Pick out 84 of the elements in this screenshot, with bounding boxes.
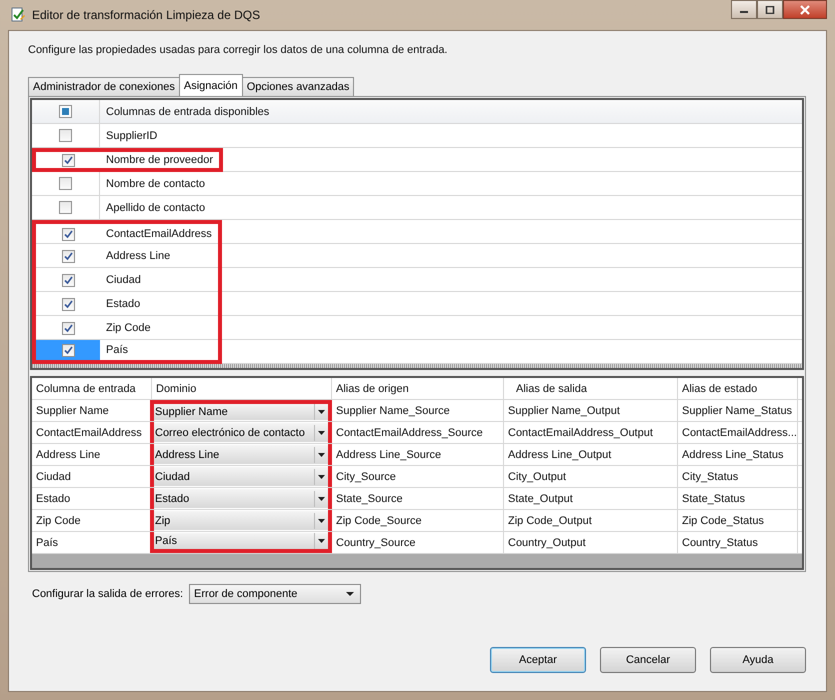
table-cell: Address Line_Status <box>678 444 798 465</box>
table-cell: Ciudad <box>100 268 222 292</box>
table-cell: ContactEmailAddress... <box>678 422 798 443</box>
table-cell: Address Line <box>32 444 152 465</box>
dropdown-arrow-icon <box>314 490 328 506</box>
table-cell: Country_Source <box>332 532 504 553</box>
table-cell: Address Line_Output <box>504 444 678 465</box>
table-cell: Supplier Name_Output <box>504 400 678 421</box>
domain-dropdown[interactable]: País <box>154 533 328 549</box>
checkbox[interactable] <box>59 177 72 190</box>
checkbox[interactable] <box>62 228 74 240</box>
table-cell: State_Output <box>504 488 678 509</box>
close-icon <box>799 4 811 14</box>
domain-dropdown[interactable]: Zip <box>154 511 328 530</box>
dropdown-arrow-icon <box>314 446 328 462</box>
table-cell: ContactEmailAddress <box>100 220 222 244</box>
table-cell: ContactEmailAddress <box>32 422 152 443</box>
close-button[interactable] <box>783 0 827 19</box>
error-output-dropdown[interactable]: Error de componente <box>189 584 362 604</box>
checkbox[interactable] <box>62 250 74 262</box>
checkbox[interactable] <box>62 274 74 286</box>
dialog-button[interactable]: Cancelar <box>600 647 696 673</box>
domain-dropdown[interactable]: Address Line <box>154 445 328 464</box>
tab[interactable]: Opciones avanzadas <box>242 77 354 96</box>
column-header: Columnas de entrada disponibles <box>105 104 270 120</box>
table-cell: País <box>32 532 152 553</box>
dialog-button[interactable]: Aceptar <box>490 647 586 673</box>
table-cell: Zip Code_Source <box>332 510 504 531</box>
table-cell-text: SupplierID <box>105 128 158 144</box>
minimize-button[interactable] <box>731 0 757 19</box>
table-cell-text: Nombre de contacto <box>105 176 206 192</box>
row-selector-cell[interactable] <box>32 220 100 244</box>
column-header: Alias de estado <box>678 378 798 399</box>
table-cell: Estado <box>100 292 222 316</box>
domain-dropdown[interactable]: Supplier Name <box>154 404 328 420</box>
table-cell: ContactEmailAddress_Output <box>504 422 678 443</box>
table-cell: Address Line_Source <box>332 444 504 465</box>
dropdown-arrow-icon <box>314 424 328 440</box>
table-cell: Zip Code <box>32 510 152 531</box>
column-header: Columna de entrada <box>32 378 152 399</box>
table-cell: State_Status <box>678 488 798 509</box>
dropdown-arrow-icon <box>314 512 328 528</box>
checkbox[interactable] <box>62 344 74 356</box>
dropdown-arrow-icon <box>314 468 328 484</box>
table-cell: Address Line <box>100 244 222 268</box>
checkbox[interactable] <box>62 298 74 310</box>
tab[interactable]: Asignación <box>178 74 243 96</box>
table-cell-text: Apellido de contacto <box>105 200 206 216</box>
window-title: Editor de transformación Limpieza de DQS <box>32 8 260 22</box>
column-header: Alias de salida <box>504 378 678 399</box>
table-cell: Supplier Name_Source <box>332 400 504 421</box>
table-cell: City_Output <box>504 466 678 487</box>
table-cell: Zip Code_Output <box>504 510 678 531</box>
table-cell: Zip Code_Status <box>678 510 798 531</box>
table-cell: City_Source <box>332 466 504 487</box>
dialog-button[interactable]: Ayuda <box>710 647 806 673</box>
checkbox[interactable] <box>62 322 74 334</box>
table-cell: ContactEmailAddress_Source <box>332 422 504 443</box>
error-output-label: Configurar la salida de errores: <box>32 588 184 600</box>
table-cell: Country_Output <box>504 532 678 553</box>
maximize-button[interactable] <box>757 0 783 19</box>
document-check-icon <box>10 7 26 23</box>
table-cell: Supplier Name <box>32 400 152 421</box>
column-header: Alias de origen <box>332 378 504 399</box>
row-selector-cell[interactable] <box>32 340 100 364</box>
domain-dropdown[interactable]: Ciudad <box>154 467 328 486</box>
table-cell: Country_Status <box>678 532 798 553</box>
maximize-icon <box>765 6 775 14</box>
table-cell: Estado <box>32 488 152 509</box>
checkbox[interactable] <box>59 201 72 214</box>
dropdown-arrow-icon <box>314 533 328 549</box>
tab[interactable]: Administrador de conexiones <box>28 77 180 96</box>
table-cell: State_Source <box>332 488 504 509</box>
table-cell: City_Status <box>678 466 798 487</box>
domain-dropdown[interactable]: Correo electrónico de contacto <box>154 423 328 442</box>
column-header: Dominio <box>152 378 332 399</box>
dropdown-arrow-icon <box>314 404 328 420</box>
checkbox[interactable] <box>59 129 72 142</box>
dropdown-arrow-icon <box>344 589 356 599</box>
domain-dropdown[interactable]: Estado <box>154 489 328 508</box>
select-all-checkbox[interactable] <box>59 105 72 118</box>
table-cell: Ciudad <box>32 466 152 487</box>
table-cell: Supplier Name_Status <box>678 400 798 421</box>
description-text: Configure las propiedades usadas para corregir los datos de una columna de entrada. <box>28 44 448 56</box>
